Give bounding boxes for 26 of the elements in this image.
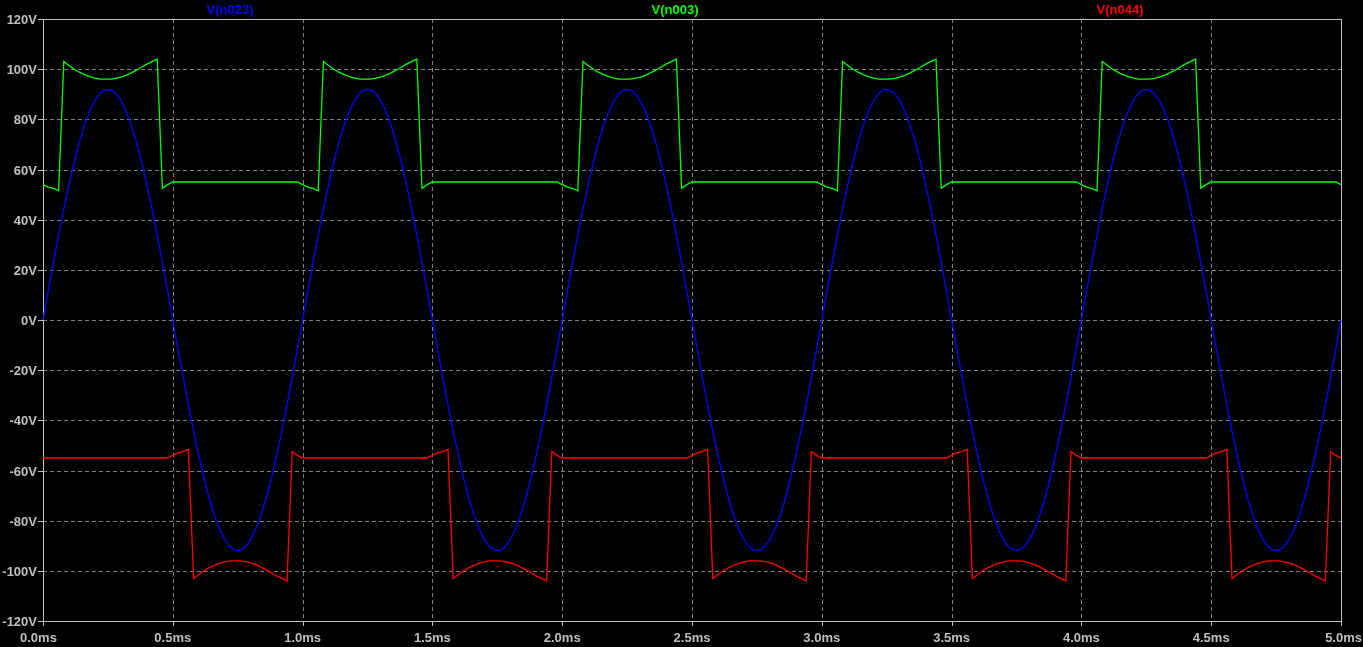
x-axis-label: 4.0ms (1062, 630, 1100, 645)
x-axis-label: 3.0ms (803, 630, 841, 645)
y-axis-label: -100V (2, 563, 37, 579)
y-axis-label: -20V (9, 363, 37, 379)
x-axis-label: 5.0ms (1325, 630, 1362, 645)
x-axis-label: 0.5ms (154, 630, 192, 645)
trace-legend-label[interactable]: V(n044) (1096, 2, 1144, 17)
y-axis-label: -40V (9, 413, 37, 429)
y-axis-label: -80V (9, 513, 37, 529)
x-axis-label: 3.5ms (933, 630, 971, 645)
y-axis-label: 80V (13, 112, 37, 128)
y-axis-label: -60V (9, 463, 37, 479)
trace-legend-label[interactable]: V(n003) (651, 2, 699, 17)
x-axis-label: 2.5ms (673, 630, 711, 645)
y-axis-label: 100V (6, 62, 37, 78)
x-axis-label: 4.5ms (1192, 630, 1230, 645)
y-axis-label: 20V (13, 262, 37, 278)
x-axis-label: 0.0ms (20, 630, 57, 645)
y-axis-label: 40V (13, 212, 37, 228)
y-axis-label: 60V (13, 162, 37, 178)
x-axis-label: 1.5ms (413, 630, 451, 645)
x-axis-label: 2.0ms (543, 630, 581, 645)
x-axis-label: 1.0ms (284, 630, 322, 645)
y-axis-label: 120V (6, 12, 37, 27)
y-axis-label: 0V (21, 313, 37, 328)
y-axis-label: -120V (2, 614, 37, 629)
